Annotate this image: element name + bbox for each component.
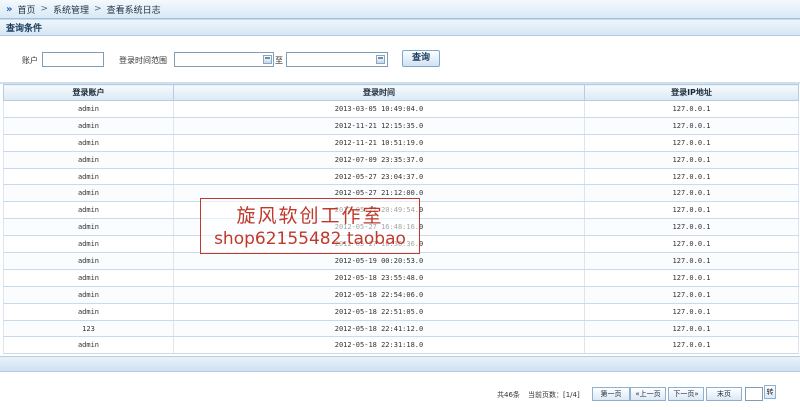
table-row[interactable]: admin 2012-05-18 22:31:18.0 127.0.0.1 — [3, 336, 799, 355]
cell-ip: 127.0.0.1 — [584, 252, 799, 270]
column-header-time[interactable]: 登录时间 — [173, 84, 585, 101]
cell-account: 123 — [3, 320, 174, 338]
cell-login-time: 2012-05-18 22:31:18.0 — [173, 336, 585, 355]
table-row[interactable]: 123 2012-05-18 22:41:12.0 127.0.0.1 — [3, 320, 799, 338]
cell-ip: 127.0.0.1 — [584, 201, 799, 220]
cell-ip: 127.0.0.1 — [584, 151, 799, 169]
query-section-title: 查询条件 — [6, 24, 43, 34]
table-row[interactable]: admin 2012-05-18 22:54:06.0 127.0.0.1 — [3, 286, 799, 304]
calendar-icon[interactable] — [263, 55, 272, 64]
search-button[interactable]: 查询 — [402, 50, 440, 67]
cell-login-time: 2012-05-18 22:54:06.0 — [173, 286, 585, 304]
cell-login-time: 2012-05-18 22:41:12.0 — [173, 320, 585, 338]
grid-footer-bar — [0, 356, 800, 372]
cell-login-time: 2012-05-18 23:55:48.0 — [173, 269, 585, 287]
cell-ip: 127.0.0.1 — [584, 117, 799, 135]
next-page-button[interactable]: 下一页» — [668, 387, 704, 401]
pager: 共46条 当前页数：[1/4] 第一页 «上一页 下一页» 末页 转 — [0, 385, 800, 403]
table-header-row: 登录账户 登录时间 登录IP地址 — [3, 84, 799, 101]
breadcrumb-view-logs: 查看系统日志 — [106, 5, 161, 16]
cell-account: admin — [3, 168, 174, 186]
cell-account: admin — [3, 100, 174, 118]
cell-account: admin — [3, 184, 174, 203]
start-time-input[interactable] — [174, 52, 274, 67]
cell-account: admin — [3, 201, 174, 220]
account-label: 账户 — [22, 56, 38, 65]
query-section-header: 查询条件 — [0, 19, 800, 36]
goto-page-input[interactable] — [745, 387, 763, 401]
chevron-right-icon: > — [94, 4, 102, 14]
last-page-button[interactable]: 末页 — [706, 387, 742, 401]
breadcrumb: » 首页 > 系统管理 > 查看系统日志 — [0, 0, 800, 19]
to-label: 至 — [275, 56, 283, 65]
cell-login-time: 2012-05-19 00:20:53.0 — [173, 252, 585, 270]
cell-ip: 127.0.0.1 — [584, 320, 799, 338]
watermark-line-1: 旋风软创工作室 — [236, 205, 384, 227]
cell-account: admin — [3, 134, 174, 152]
cell-login-time: 2012-07-09 23:35:37.0 — [173, 151, 585, 169]
column-header-ip[interactable]: 登录IP地址 — [584, 84, 799, 101]
cell-login-time: 2013-03-05 10:49:04.0 — [173, 100, 585, 118]
cell-ip: 127.0.0.1 — [584, 303, 799, 321]
table-row[interactable]: admin 2012-11-21 10:51:19.0 127.0.0.1 — [3, 134, 799, 152]
first-page-button[interactable]: 第一页 — [592, 387, 630, 401]
cell-login-time: 2012-05-27 23:04:37.0 — [173, 168, 585, 186]
cell-ip: 127.0.0.1 — [584, 286, 799, 304]
cell-ip: 127.0.0.1 — [584, 235, 799, 254]
cell-ip: 127.0.0.1 — [584, 336, 799, 355]
cell-account: admin — [3, 269, 174, 287]
double-chevron-icon: » — [6, 3, 13, 15]
watermark-line-2: shop62155482.taobao — [214, 229, 406, 249]
cell-account: admin — [3, 235, 174, 254]
cell-login-time: 2012-11-21 12:15:35.0 — [173, 117, 585, 135]
watermark-stamp: 旋风软创工作室 shop62155482.taobao — [200, 198, 420, 254]
time-range-label: 登录时间范围 — [119, 56, 167, 65]
cell-ip: 127.0.0.1 — [584, 168, 799, 186]
current-page-indicator: 当前页数：[1/4] — [528, 391, 580, 399]
cell-account: admin — [3, 218, 174, 237]
cell-account: admin — [3, 336, 174, 355]
account-input[interactable] — [42, 52, 104, 67]
table-row[interactable]: admin 2012-05-19 00:20:53.0 127.0.0.1 — [3, 252, 799, 270]
end-time-input[interactable] — [286, 52, 388, 67]
table-row[interactable]: admin 2013-03-05 10:49:04.0 127.0.0.1 — [3, 100, 799, 118]
chevron-right-icon: > — [40, 4, 49, 14]
cell-account: admin — [3, 117, 174, 135]
go-button[interactable]: 转 — [764, 385, 776, 399]
table-row[interactable]: admin 2012-11-21 12:15:35.0 127.0.0.1 — [3, 117, 799, 135]
cell-account: admin — [3, 252, 174, 270]
cell-ip: 127.0.0.1 — [584, 269, 799, 287]
log-viewer-page: » 首页 > 系统管理 > 查看系统日志 查询条件 账户 登录时间范围 至 查询… — [0, 0, 800, 410]
table-row[interactable]: admin 2012-07-09 23:35:37.0 127.0.0.1 — [3, 151, 799, 169]
cell-ip: 127.0.0.1 — [584, 184, 799, 203]
cell-ip: 127.0.0.1 — [584, 134, 799, 152]
cell-login-time: 2012-11-21 10:51:19.0 — [173, 134, 585, 152]
prev-page-button[interactable]: «上一页 — [630, 387, 666, 401]
query-form: 账户 登录时间范围 至 查询 — [0, 36, 800, 80]
breadcrumb-home[interactable]: 首页 — [17, 3, 35, 16]
total-count: 共46条 — [497, 391, 520, 399]
calendar-icon[interactable] — [376, 55, 385, 64]
column-header-account[interactable]: 登录账户 — [3, 84, 174, 101]
cell-account: admin — [3, 286, 174, 304]
table-row[interactable]: admin 2012-05-18 22:51:05.0 127.0.0.1 — [3, 303, 799, 321]
breadcrumb-system-management[interactable]: 系统管理 — [53, 3, 89, 16]
table-row[interactable]: admin 2012-05-27 23:04:37.0 127.0.0.1 — [3, 168, 799, 186]
table-row[interactable]: admin 2012-05-18 23:55:48.0 127.0.0.1 — [3, 269, 799, 287]
cell-account: admin — [3, 303, 174, 321]
cell-ip: 127.0.0.1 — [584, 100, 799, 118]
cell-ip: 127.0.0.1 — [584, 218, 799, 237]
cell-login-time: 2012-05-18 22:51:05.0 — [173, 303, 585, 321]
cell-account: admin — [3, 151, 174, 169]
